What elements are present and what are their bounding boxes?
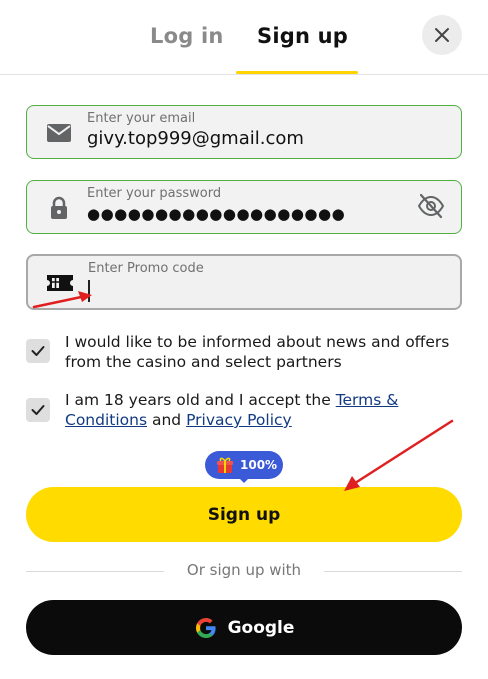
password-field[interactable]: Enter your password ●●●●●●●●●●●●●●●●●●●: [26, 180, 462, 234]
badge-pointer: [238, 477, 250, 483]
ticket-icon: [46, 269, 74, 297]
promo-code-field[interactable]: Enter Promo code: [26, 254, 462, 310]
lock-icon: [45, 194, 73, 222]
terms-middle: and: [147, 411, 187, 429]
checkmark-icon: [31, 405, 45, 415]
bonus-value: 100%: [240, 458, 278, 472]
google-signup-button[interactable]: Google: [26, 600, 462, 655]
close-icon: [435, 28, 449, 42]
tab-login[interactable]: Log in: [150, 24, 224, 48]
password-label: Enter your password: [87, 186, 222, 201]
consent-marketing-checkbox[interactable]: [26, 339, 50, 363]
privacy-link[interactable]: Privacy Policy: [186, 411, 292, 429]
consent-terms-checkbox[interactable]: [26, 398, 50, 422]
eye-off-icon[interactable]: [417, 193, 445, 223]
text-cursor: [88, 280, 90, 302]
email-value: givy.top999@gmail.com: [87, 128, 304, 149]
consent-marketing-text: I would like to be informed about news a…: [65, 333, 450, 371]
social-divider-text: Or sign up with: [186, 561, 302, 579]
close-button[interactable]: [422, 15, 462, 55]
promo-label: Enter Promo code: [88, 261, 204, 276]
tab-signup[interactable]: Sign up: [257, 24, 348, 48]
google-button-label: Google: [227, 617, 295, 638]
gift-icon: [217, 457, 233, 473]
divider-right: [324, 571, 462, 572]
terms-prefix: I am 18 years old and I accept the: [65, 391, 336, 409]
auth-tabs: Log in Sign up: [0, 0, 488, 75]
email-field[interactable]: Enter your email givy.top999@gmail.com: [26, 105, 462, 159]
email-label: Enter your email: [87, 111, 196, 126]
signup-submit-button[interactable]: Sign up: [26, 487, 462, 542]
google-icon: [195, 617, 216, 638]
consent-terms-text: I am 18 years old and I accept the Terms…: [65, 390, 465, 430]
password-value: ●●●●●●●●●●●●●●●●●●●: [87, 205, 346, 223]
bonus-badge: 100%: [205, 451, 283, 479]
active-tab-indicator: [236, 71, 358, 74]
checkmark-icon: [31, 346, 45, 356]
envelope-icon: [45, 119, 73, 147]
